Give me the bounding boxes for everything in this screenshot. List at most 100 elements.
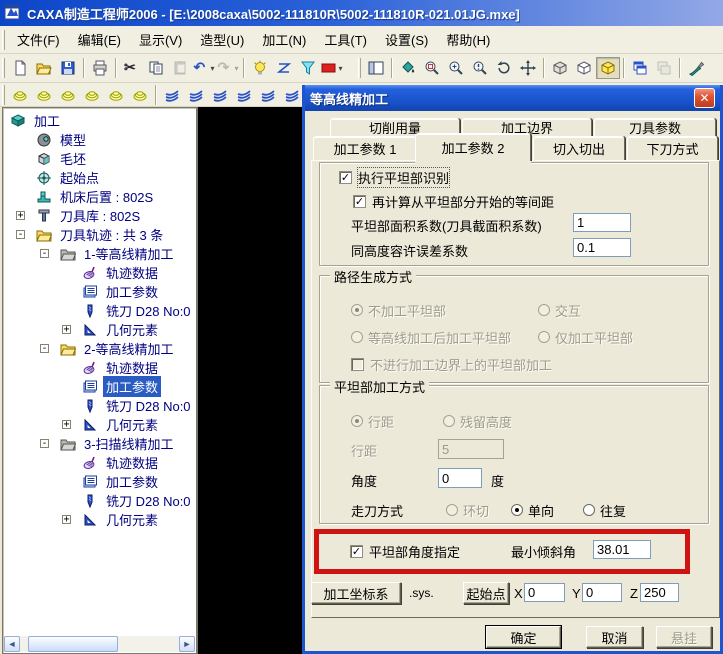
machining-op-3-button[interactable] <box>56 84 80 106</box>
menu-item-4[interactable]: 加工(N) <box>253 26 315 53</box>
area-coefficient-field[interactable] <box>573 213 631 232</box>
machining-op-5-button[interactable] <box>104 84 128 106</box>
scroll-left-arrow[interactable]: ◄ <box>4 636 20 652</box>
tab-machining-params-2[interactable]: 加工参数 2 <box>415 133 531 161</box>
recalc-equal-spacing-checkbox[interactable]: ✓ <box>353 194 366 208</box>
tree-item-19[interactable]: 加工参数 <box>4 472 195 491</box>
zoom-dynamic-button[interactable] <box>468 57 492 79</box>
print-button[interactable] <box>88 57 112 79</box>
view-cube-active-button[interactable] <box>596 57 620 79</box>
pan-view-button[interactable] <box>516 57 540 79</box>
x-field[interactable] <box>524 583 565 602</box>
menu-item-1[interactable]: 编辑(E) <box>69 26 130 53</box>
one-way-radio[interactable] <box>511 504 523 516</box>
zoom-in-button[interactable] <box>444 57 468 79</box>
flat-after-contour-radio[interactable] <box>351 331 363 343</box>
tree-item-0[interactable]: 加工 <box>4 111 195 130</box>
tree-item-14[interactable]: 加工参数 <box>4 376 195 397</box>
residual-height-radio[interactable] <box>443 415 455 427</box>
tree-item-18[interactable]: 轨迹数据 <box>4 453 195 472</box>
open-file-button[interactable] <box>32 57 56 79</box>
start-point-button[interactable]: 起始点 <box>463 582 509 604</box>
angle-field[interactable] <box>438 468 482 488</box>
tree-item-17[interactable]: - 3-扫描线精加工 <box>4 434 195 453</box>
tab-tool-params[interactable]: 刀具参数 <box>594 118 716 136</box>
menu-grip[interactable] <box>2 29 5 50</box>
tree-item-21[interactable]: + 几何元素 <box>4 510 195 529</box>
expand-toggle[interactable]: - <box>40 439 49 449</box>
redo-button[interactable]: ↷ ▾ <box>216 57 240 79</box>
view-cube-shaded-button[interactable] <box>548 57 572 79</box>
tree-item-1[interactable]: 模型 <box>4 130 195 149</box>
tree-item-20[interactable]: 铣刀 D28 No:0 <box>4 491 195 510</box>
rotate-view-button[interactable] <box>492 57 516 79</box>
dropdown-arrow-icon[interactable]: ▾ <box>338 64 342 73</box>
save-button[interactable] <box>56 57 80 79</box>
z-field[interactable] <box>640 583 679 602</box>
toolbar-grip[interactable] <box>358 58 361 78</box>
machining-op-1-button[interactable] <box>8 84 32 106</box>
undo-button[interactable]: ↶ ▾ <box>192 57 216 79</box>
machining-op-2-button[interactable] <box>32 84 56 106</box>
machining-op-8-button[interactable] <box>184 84 208 106</box>
menu-item-6[interactable]: 设置(S) <box>376 26 437 53</box>
fill-color-button[interactable] <box>396 57 420 79</box>
no-boundary-flat-checkbox[interactable] <box>351 357 364 371</box>
expand-toggle[interactable]: + <box>62 325 71 335</box>
tab-machining-params-1[interactable]: 加工参数 1 <box>313 136 417 160</box>
menu-item-0[interactable]: 文件(F) <box>8 26 69 53</box>
expand-toggle[interactable]: - <box>40 249 49 259</box>
tree-item-12[interactable]: - 2-等高线精加工 <box>4 339 195 358</box>
flat-recognition-checkbox[interactable]: ✓ <box>339 170 352 184</box>
tile-windows-button[interactable] <box>652 57 676 79</box>
view-cube-wire-button[interactable] <box>572 57 596 79</box>
tree-item-2[interactable]: 毛坯 <box>4 149 195 168</box>
tree-item-11[interactable]: + 几何元素 <box>4 320 195 339</box>
tree-item-4[interactable]: 机床后置 : 802S <box>4 187 195 206</box>
tree-item-6[interactable]: - 刀具轨迹 : 共 3 条 <box>4 225 195 244</box>
cut-button[interactable]: ✂ <box>120 57 144 79</box>
tree-item-7[interactable]: - 1-等高线精加工 <box>4 244 195 263</box>
tree-item-3[interactable]: 起始点 <box>4 168 195 187</box>
toolbar-grip[interactable] <box>2 58 5 78</box>
suspend-button[interactable]: 悬挂 <box>656 626 712 648</box>
expand-toggle[interactable]: + <box>16 211 25 221</box>
machining-op-10-button[interactable] <box>232 84 256 106</box>
flat-only-radio[interactable] <box>538 331 550 343</box>
expand-toggle[interactable]: - <box>16 230 25 240</box>
no-flat-machining-radio[interactable] <box>351 304 363 316</box>
close-icon[interactable]: ✕ <box>694 88 715 108</box>
cancel-button[interactable]: 取消 <box>586 626 643 648</box>
toolbar-grip[interactable] <box>2 84 5 105</box>
expand-toggle[interactable]: + <box>62 515 71 525</box>
cascade-windows-button[interactable] <box>628 57 652 79</box>
tree-horizontal-scrollbar[interactable]: ◄ ► <box>4 636 195 652</box>
dropdown-arrow-icon[interactable]: ▾ <box>210 64 214 73</box>
zigzag-radio[interactable] <box>583 504 595 516</box>
expand-toggle[interactable]: + <box>62 420 71 430</box>
panel-toggle-button[interactable] <box>364 57 388 79</box>
zoom-window-button[interactable] <box>420 57 444 79</box>
row-spacing-radio[interactable] <box>351 415 363 427</box>
ring-cut-radio[interactable] <box>446 504 458 516</box>
copy-button[interactable] <box>144 57 168 79</box>
scrollbar-track[interactable] <box>20 636 179 652</box>
menu-item-5[interactable]: 工具(T) <box>315 26 376 53</box>
tree-item-15[interactable]: 铣刀 D28 No:0 <box>4 396 195 415</box>
dropdown-arrow-icon[interactable]: ▾ <box>234 64 238 73</box>
tab-plunge-mode[interactable]: 下刀方式 <box>627 136 718 160</box>
height-tolerance-field[interactable] <box>573 238 631 257</box>
scroll-right-arrow[interactable]: ► <box>179 636 195 652</box>
machining-op-6-button[interactable] <box>128 84 152 106</box>
tree-item-5[interactable]: + 刀具库 : 802S <box>4 206 195 225</box>
machining-op-7-button[interactable] <box>160 84 184 106</box>
color-swatch-button[interactable]: ▾ <box>320 57 344 79</box>
new-document-button[interactable] <box>8 57 32 79</box>
machining-op-9-button[interactable] <box>208 84 232 106</box>
brush-button[interactable] <box>684 57 708 79</box>
wireframe-mode-button[interactable] <box>272 57 296 79</box>
machining-op-12-button[interactable] <box>280 84 304 106</box>
paste-button[interactable] <box>168 57 192 79</box>
menu-item-2[interactable]: 显示(V) <box>130 26 191 53</box>
menu-item-7[interactable]: 帮助(H) <box>437 26 499 53</box>
